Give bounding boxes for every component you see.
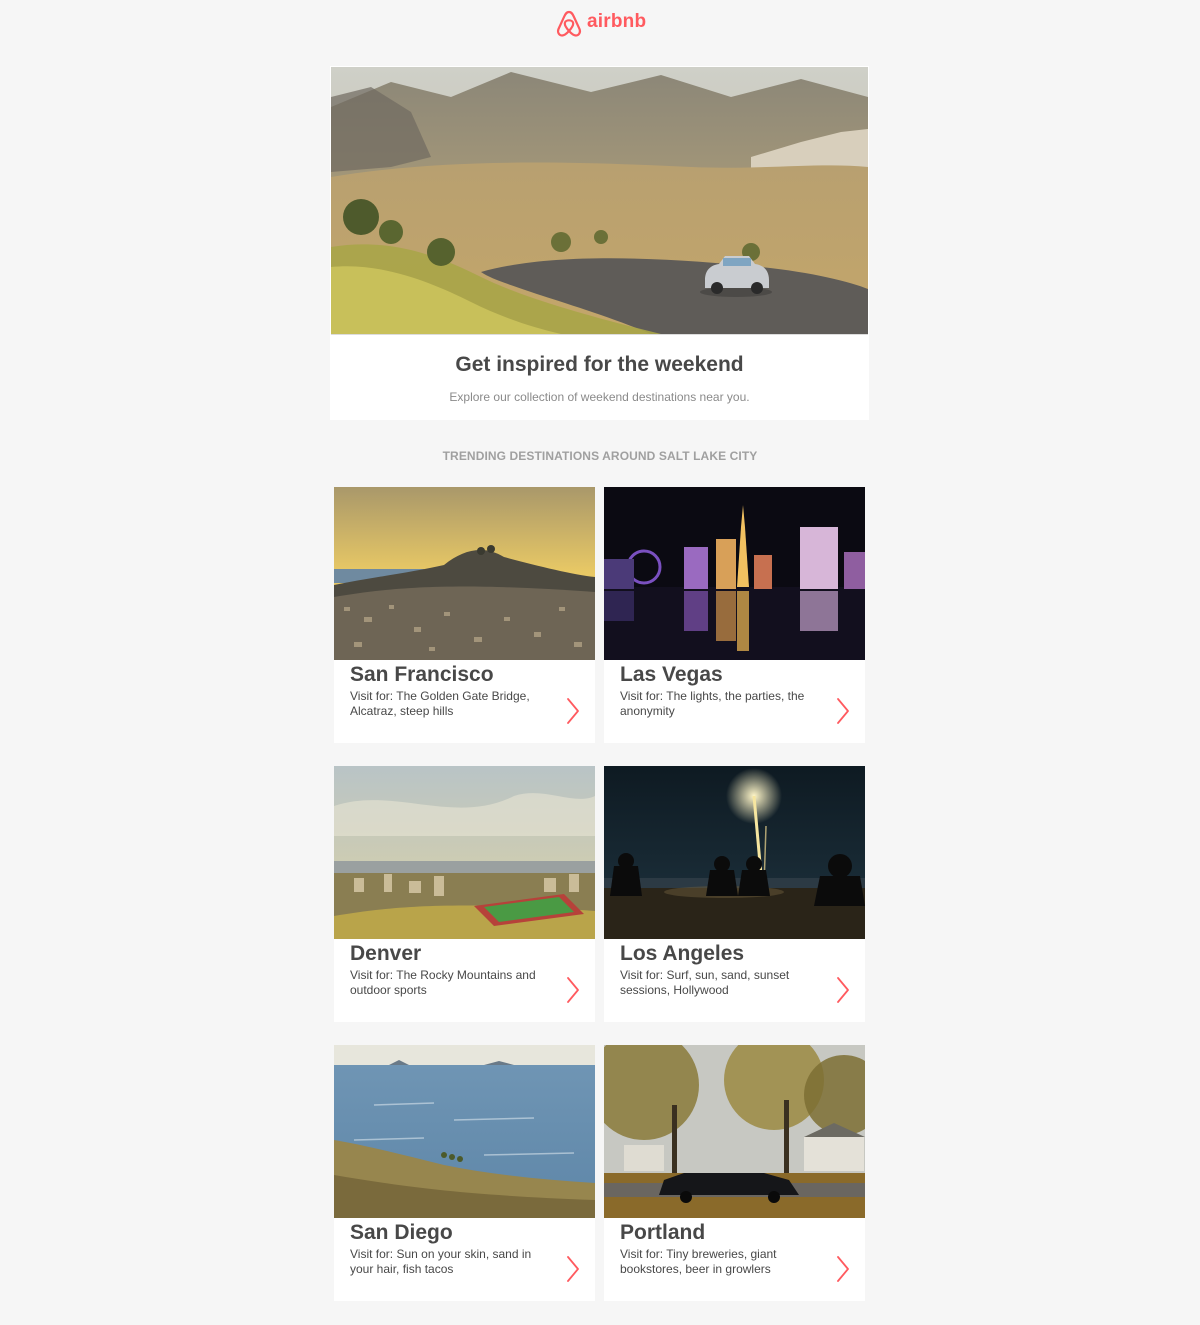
portland-autumn-street-image[interactable] xyxy=(604,1045,865,1218)
chevron-right-icon[interactable] xyxy=(836,976,850,1004)
chevron-right-icon[interactable] xyxy=(836,697,850,725)
destination-title[interactable]: San Diego xyxy=(350,1221,453,1245)
destination-card-denver[interactable]: Denver Visit for: The Rocky Mountains an… xyxy=(334,766,595,1022)
destination-description: Visit for: The lights, the parties, the … xyxy=(620,689,805,718)
destination-title[interactable]: Las Vegas xyxy=(620,663,723,687)
destination-title[interactable]: Portland xyxy=(620,1221,705,1245)
hero-subtitle: Explore our collection of weekend destin… xyxy=(449,390,750,404)
las-vegas-night-image[interactable] xyxy=(604,487,865,660)
destination-card-san-francisco[interactable]: San Francisco Visit for: The Golden Gate… xyxy=(334,487,595,743)
los-angeles-fireworks-image[interactable] xyxy=(604,766,865,939)
destination-description: Visit for: Tiny breweries, giant booksto… xyxy=(620,1247,777,1276)
section-title: TRENDING DESTINATIONS AROUND SALT LAKE C… xyxy=(442,449,758,463)
hero-card[interactable]: Get inspired for the weekend Explore our… xyxy=(330,66,869,420)
destination-description: Visit for: The Rocky Mountains and outdo… xyxy=(350,968,536,997)
destination-title[interactable]: Los Angeles xyxy=(620,942,744,966)
chevron-right-icon[interactable] xyxy=(566,697,580,725)
airbnb-belo-icon xyxy=(556,10,582,37)
airbnb-wordmark: airbnb xyxy=(587,11,647,32)
san-diego-coast-image[interactable] xyxy=(334,1045,595,1218)
destination-title[interactable]: Denver xyxy=(350,942,421,966)
airbnb-logo[interactable]: airbnb xyxy=(555,8,646,40)
destination-title[interactable]: San Francisco xyxy=(350,663,494,687)
chevron-right-icon[interactable] xyxy=(836,1255,850,1283)
destination-description: Visit for: Surf, sun, sand, sunset sessi… xyxy=(620,968,790,997)
destination-description: Visit for: The Golden Gate Bridge, Alcat… xyxy=(350,689,530,718)
destination-card-los-angeles[interactable]: Los Angeles Visit for: Surf, sun, sand, … xyxy=(604,766,865,1022)
destination-card-portland[interactable]: Portland Visit for: Tiny breweries, gian… xyxy=(604,1045,865,1301)
denver-cityscape-image[interactable] xyxy=(334,766,595,939)
desert-road-convertible-image[interactable] xyxy=(331,67,868,335)
chevron-right-icon[interactable] xyxy=(566,976,580,1004)
chevron-right-icon[interactable] xyxy=(566,1255,580,1283)
san-francisco-hill-image[interactable] xyxy=(334,487,595,660)
destination-card-san-diego[interactable]: San Diego Visit for: Sun on your skin, s… xyxy=(334,1045,595,1301)
destination-card-las-vegas[interactable]: Las Vegas Visit for: The lights, the par… xyxy=(604,487,865,743)
email-page: airbnb Get inspired for the weekend Expl… xyxy=(0,0,1200,1325)
destination-description: Visit for: Sun on your skin, sand in you… xyxy=(350,1247,532,1276)
hero-title: Get inspired for the weekend xyxy=(455,353,744,376)
